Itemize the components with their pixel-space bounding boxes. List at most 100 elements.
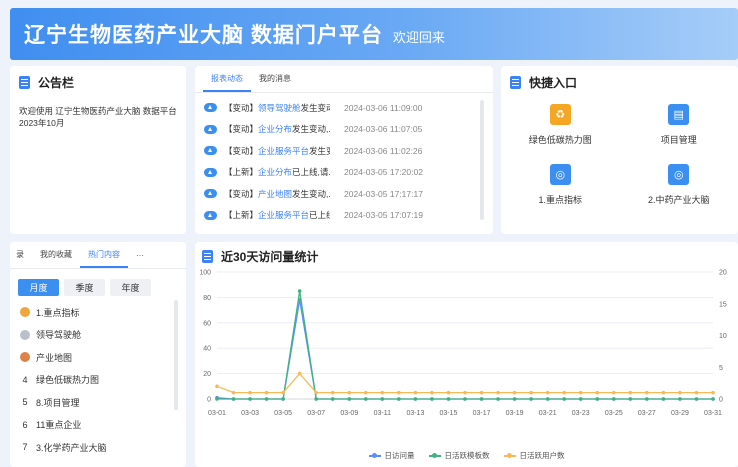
quick-entry-item[interactable]: ▤ 项目管理 [620, 104, 738, 146]
x-tick-label: 03-05 [274, 410, 292, 417]
more-tabs-button[interactable]: ··· [128, 251, 152, 268]
ranking-item[interactable]: 7 3.化学药产业大脑 [20, 436, 186, 459]
quick-entry-grid: ♻ 绿色低碳热力图 ▤ 项目管理 ◎ 1.重点指标 ◎ 2.中药产业大脑 [501, 104, 738, 206]
data-point [463, 397, 467, 401]
notice-icon [19, 76, 30, 89]
ranking-tabs: 录 我的收藏 热门内容 ··· [10, 242, 186, 269]
bronze-medal-icon [20, 352, 30, 363]
news-item[interactable]: 【变动】企业服务平台发生变... 2024-03-06 11:02:26 [204, 140, 493, 162]
quick-entry-label: 绿色低碳热力图 [528, 135, 592, 145]
ranking-item[interactable]: 产业地图 [20, 346, 186, 369]
data-point [628, 397, 633, 401]
news-text: 【变动】企业服务平台发生变... [224, 145, 330, 156]
legend-marker [428, 452, 441, 458]
y-left-tick-label: 20 [203, 371, 211, 378]
tab-my-messages[interactable]: 我的消息 [251, 73, 299, 92]
period-year-button[interactable]: 年度 [110, 279, 151, 296]
news-report-link[interactable]: 企业服务平台 [258, 146, 309, 156]
data-point [347, 390, 352, 395]
news-report-link[interactable]: 企业分布 [258, 124, 292, 134]
rank-number: 5 [22, 397, 28, 408]
news-text: 【上新】企业服务平台已上线... [224, 210, 330, 221]
data-point [496, 397, 500, 401]
tab-report-updates[interactable]: 报表动态 [203, 73, 251, 92]
x-tick-label: 03-01 [208, 410, 226, 417]
gold-medal-icon [20, 307, 30, 318]
ranking-item[interactable]: 领导驾驶舱 [20, 324, 186, 347]
data-point [578, 397, 583, 401]
tab-my-favorites[interactable]: 我的收藏 [32, 249, 80, 268]
y-left-tick-label: 0 [207, 397, 211, 404]
news-item[interactable]: 【上新】企业分布已上线,请... 2024-03-05 17:20:02 [204, 162, 493, 184]
tab-directory[interactable]: 录 [10, 249, 32, 268]
data-point [545, 390, 550, 395]
ranking-label: 3.化学药产业大脑 [36, 442, 107, 453]
ranking-item[interactable]: 5 8.项目管理 [20, 391, 186, 414]
news-item[interactable]: 【变动】企业分布发生变动,... 2024-03-06 11:07:05 [204, 119, 493, 141]
silver-medal-icon [20, 329, 30, 340]
news-item[interactable]: 【上新】企业服务平台已上线... 2024-03-05 17:07:19 [204, 205, 493, 227]
quick-entry-item[interactable]: ♻ 绿色低碳热力图 [501, 104, 620, 146]
data-point [248, 390, 252, 395]
visits-line-chart: 0 20 40 60 80 100 0 5 10 15 20 03-01 03-03 03-05 03-07… [199, 270, 727, 418]
quick-entry-icon [510, 76, 521, 89]
cloud-upload-icon [204, 167, 217, 177]
chart-search-icon: ◎ [668, 164, 690, 185]
ranking-item[interactable]: 1.重点指标 [20, 301, 186, 324]
ranking-card: 录 我的收藏 热门内容 ··· 月度 季度 年度 1.重点指标 领导驾驶舱 产业地图… [10, 242, 186, 467]
data-point [215, 384, 219, 389]
data-point [595, 397, 600, 401]
legend-label: 日活跃用户数 [519, 451, 565, 460]
data-point [645, 397, 649, 401]
x-tick-label: 03-09 [340, 410, 358, 417]
news-list: 【变动】领导驾驶舱发生变动... 2024-03-06 11:09:00 【变动】企… [195, 93, 493, 226]
rank-number: 4 [22, 374, 28, 385]
news-text: 【变动】企业分布发生变动,... [224, 124, 330, 135]
news-report-link[interactable]: 产业地图 [258, 189, 292, 199]
y-left-tick-label: 80 [203, 295, 211, 302]
data-point [430, 390, 434, 395]
news-tabs: 报表动态 我的消息 [195, 66, 493, 93]
quick-entry-item[interactable]: ◎ 1.重点指标 [501, 164, 620, 206]
legend-item[interactable]: 日活跃用户数 [503, 450, 565, 461]
ranking-item[interactable]: 4 绿色低碳热力图 [20, 369, 186, 392]
period-quarter-button[interactable]: 季度 [64, 279, 105, 296]
data-point [463, 390, 467, 395]
data-point [512, 397, 517, 401]
legend-item[interactable]: 日活跃模板数 [428, 450, 490, 461]
data-point [661, 397, 666, 401]
ranking-label: 8.项目管理 [36, 397, 80, 408]
x-tick-label: 03-27 [638, 410, 656, 417]
quick-entry-item[interactable]: ◎ 2.中药产业大脑 [620, 164, 738, 206]
data-point [545, 397, 550, 401]
data-point [330, 397, 335, 401]
period-month-button[interactable]: 月度 [18, 279, 59, 296]
data-point [612, 390, 616, 395]
data-point [562, 390, 566, 395]
data-point [347, 397, 352, 401]
notice-title: 公告栏 [19, 74, 177, 91]
ranking-item[interactable]: 6 11重点企业 [20, 414, 186, 437]
news-report-link[interactable]: 企业服务平台 [258, 210, 309, 220]
data-point [446, 390, 451, 395]
tab-hot-content[interactable]: 热门内容 [80, 249, 128, 268]
data-point [479, 397, 484, 401]
data-point [562, 397, 566, 401]
x-tick-label: 03-31 [704, 410, 722, 417]
x-tick-label: 03-15 [440, 410, 458, 417]
data-point [297, 371, 302, 376]
ranking-list: 1.重点指标 领导驾驶舱 产业地图 4 绿色低碳热力图 5 8.项目管理 6 11重点企业 7 3.… [10, 301, 186, 459]
news-report-link[interactable]: 企业分布 [258, 167, 292, 177]
data-point [529, 390, 533, 395]
data-point [446, 397, 451, 401]
news-time: 2024-03-05 17:07:19 [344, 210, 423, 221]
news-report-link[interactable]: 领导驾驶舱 [258, 103, 301, 113]
ranking-scrollbar[interactable] [174, 300, 178, 410]
news-item[interactable]: 【变动】领导驾驶舱发生变动... 2024-03-06 11:09:00 [204, 97, 493, 119]
data-point [496, 390, 500, 395]
news-item[interactable]: 【变动】产业地图发生变动,... 2024-03-05 17:17:17 [204, 183, 493, 205]
x-tick-label: 03-11 [374, 410, 391, 417]
news-scrollbar[interactable] [480, 100, 484, 220]
quick-entry-label: 2.中药产业大脑 [647, 195, 710, 205]
legend-item[interactable]: 日访问量 [368, 450, 415, 461]
